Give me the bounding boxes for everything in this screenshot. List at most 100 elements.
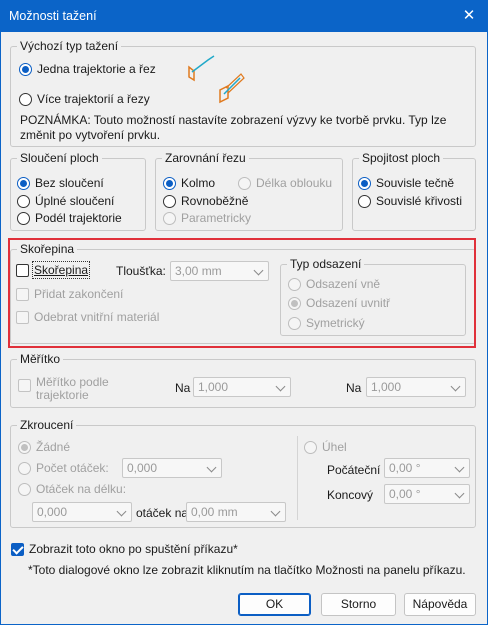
radio-parametric-label: Parametricky (181, 211, 252, 225)
chevron-down-icon (450, 382, 462, 394)
checkbox-box[interactable] (18, 379, 31, 392)
continuity-group: Spojitost ploch (352, 151, 476, 231)
radio-indicator[interactable] (19, 92, 32, 106)
radio-angle-label: Úhel (322, 440, 347, 454)
footnote-text: *Toto dialogové okno lze zobrazit kliknu… (28, 563, 466, 577)
chevron-down-icon (253, 266, 265, 278)
radio-no-merge-label: Bez sloučení (35, 176, 104, 190)
continuity-legend: Spojitost ploch (362, 151, 441, 165)
section-align-legend: Zarovnání řezu (165, 151, 246, 165)
end-angle-label: Koncový (327, 488, 374, 502)
radio-multi-trajectory-label: Více trajektorií a řezy (37, 92, 150, 106)
radio-indicator[interactable] (163, 211, 176, 225)
radio-indicator[interactable] (288, 277, 301, 291)
radio-tangent[interactable]: Souvisle tečně (358, 176, 454, 190)
radio-indicator[interactable] (288, 316, 301, 330)
radio-full-merge[interactable]: Úplné sloučení (17, 194, 114, 208)
shell-checkbox-label: Skořepina (31, 261, 91, 279)
checkbox-box[interactable] (16, 287, 29, 301)
checkbox-box[interactable] (16, 310, 29, 324)
surface-merge-legend: Sloučení ploch (20, 151, 99, 165)
radio-twist-none-label: Žádné (36, 440, 71, 454)
end-angle-combo[interactable]: 0,00 ° (384, 484, 470, 504)
radio-parallel[interactable]: Rovnoběžně (163, 194, 248, 208)
scale-to-label: Na (346, 381, 362, 395)
per-length-combo[interactable]: 0,000 (32, 502, 132, 522)
scale-from-combo[interactable]: 1,000 (193, 377, 291, 397)
radio-curvature[interactable]: Souvislé křivosti (358, 194, 462, 208)
radio-twist-none[interactable]: Žádné (18, 440, 70, 454)
per-length-mid-label: otáček na (136, 506, 189, 520)
radio-perpendicular[interactable]: Kolmo (163, 176, 215, 190)
radio-indicator[interactable] (18, 440, 31, 454)
radio-indicator[interactable] (358, 194, 371, 208)
checkbox-box[interactable] (11, 542, 24, 556)
shell-legend: Skořepina (20, 242, 75, 256)
radio-offset-outside[interactable]: Odsazení vně (288, 277, 380, 291)
add-caps-checkbox[interactable]: Přidat zakončení (16, 287, 123, 301)
remove-inner-checkbox[interactable]: Odebrat vnitřní materiál (16, 310, 159, 324)
thickness-combo[interactable]: 3,00 mm (170, 261, 269, 281)
radio-indicator[interactable] (17, 211, 30, 225)
radio-symmetric[interactable]: Symetrický (288, 316, 365, 330)
radio-indicator[interactable] (19, 62, 32, 76)
add-caps-label: Přidat zakončení (34, 287, 124, 301)
show-dialog-checkbox[interactable]: Zobrazit toto okno po spuštění příkazu* (11, 542, 238, 556)
radio-indicator[interactable] (17, 176, 30, 190)
radio-curvature-label: Souvislé křivosti (376, 194, 463, 208)
chevron-down-icon (275, 382, 287, 394)
ok-button[interactable]: OK (238, 593, 311, 616)
window-title: Možnosti tažení (9, 9, 97, 23)
radio-indicator[interactable] (304, 440, 317, 454)
radio-arc-length[interactable]: Délka oblouku (238, 176, 332, 190)
radio-indicator[interactable] (18, 461, 31, 475)
radio-indicator[interactable] (358, 176, 371, 190)
close-icon[interactable]: ✕ (458, 6, 480, 26)
radio-offset-outside-label: Odsazení vně (306, 277, 381, 291)
radio-turns-per-length-label: Otáček na délku: (36, 482, 127, 496)
default-type-legend: Výchozí typ tažení (20, 39, 119, 53)
radio-full-merge-label: Úplné sloučení (35, 194, 115, 208)
scale-label-line1: Měřítko podle (36, 375, 109, 389)
per-length-distance-combo[interactable]: 0,00 mm (186, 502, 286, 522)
scale-to-value: 1,000 (371, 380, 402, 394)
radio-indicator[interactable] (17, 194, 30, 208)
radio-tangent-label: Souvisle tečně (376, 176, 455, 190)
radio-along-trajectory[interactable]: Podél trajektorie (17, 211, 122, 225)
thickness-label: Tloušťka: (116, 264, 166, 278)
turns-combo[interactable]: 0,000 (122, 458, 222, 478)
chevron-down-icon (270, 507, 282, 519)
scale-checkbox-label: Měřítko podle trajektorie (36, 376, 109, 402)
start-angle-combo[interactable]: 0,00 ° (384, 458, 470, 478)
show-dialog-label: Zobrazit toto okno po spuštění příkazu* (29, 542, 238, 556)
radio-angle[interactable]: Úhel (304, 440, 347, 454)
scale-checkbox[interactable]: Měřítko podle trajektorie (18, 376, 109, 402)
help-button[interactable]: Nápověda (404, 593, 476, 616)
shell-checkbox[interactable]: Skořepina (16, 261, 91, 279)
radio-offset-inside[interactable]: Odsazení uvnitř (288, 296, 390, 310)
checkbox-box[interactable] (16, 263, 29, 277)
radio-no-merge[interactable]: Bez sloučení (17, 176, 104, 190)
radio-indicator[interactable] (288, 296, 301, 310)
turns-value: 0,000 (127, 461, 158, 475)
multi-sweep-icon (219, 73, 245, 104)
radio-indicator[interactable] (238, 176, 251, 190)
radio-multi-trajectory[interactable]: Více trajektorií a řezy (19, 92, 150, 106)
radio-parametric[interactable]: Parametricky (163, 211, 251, 225)
thickness-value: 3,00 mm (175, 264, 222, 278)
scale-from-label: Na (175, 381, 191, 395)
radio-single-trajectory[interactable]: Jedna trajektorie a řez (19, 62, 156, 76)
radio-turns-label: Počet otáček: (36, 461, 109, 475)
radio-indicator[interactable] (163, 176, 176, 190)
radio-indicator[interactable] (163, 194, 176, 208)
scale-label-line2: trajektorie (36, 388, 89, 402)
scale-from-value: 1,000 (198, 380, 229, 394)
radio-indicator[interactable] (18, 482, 31, 496)
twist-divider (297, 436, 298, 520)
radio-turns-per-length[interactable]: Otáček na délku: (18, 482, 126, 496)
per-length-value: 0,000 (37, 505, 68, 519)
scale-to-combo[interactable]: 1,000 (366, 377, 466, 397)
radio-turns[interactable]: Počet otáček: (18, 461, 109, 475)
cancel-button[interactable]: Storno (321, 593, 396, 616)
chevron-down-icon (116, 507, 128, 519)
